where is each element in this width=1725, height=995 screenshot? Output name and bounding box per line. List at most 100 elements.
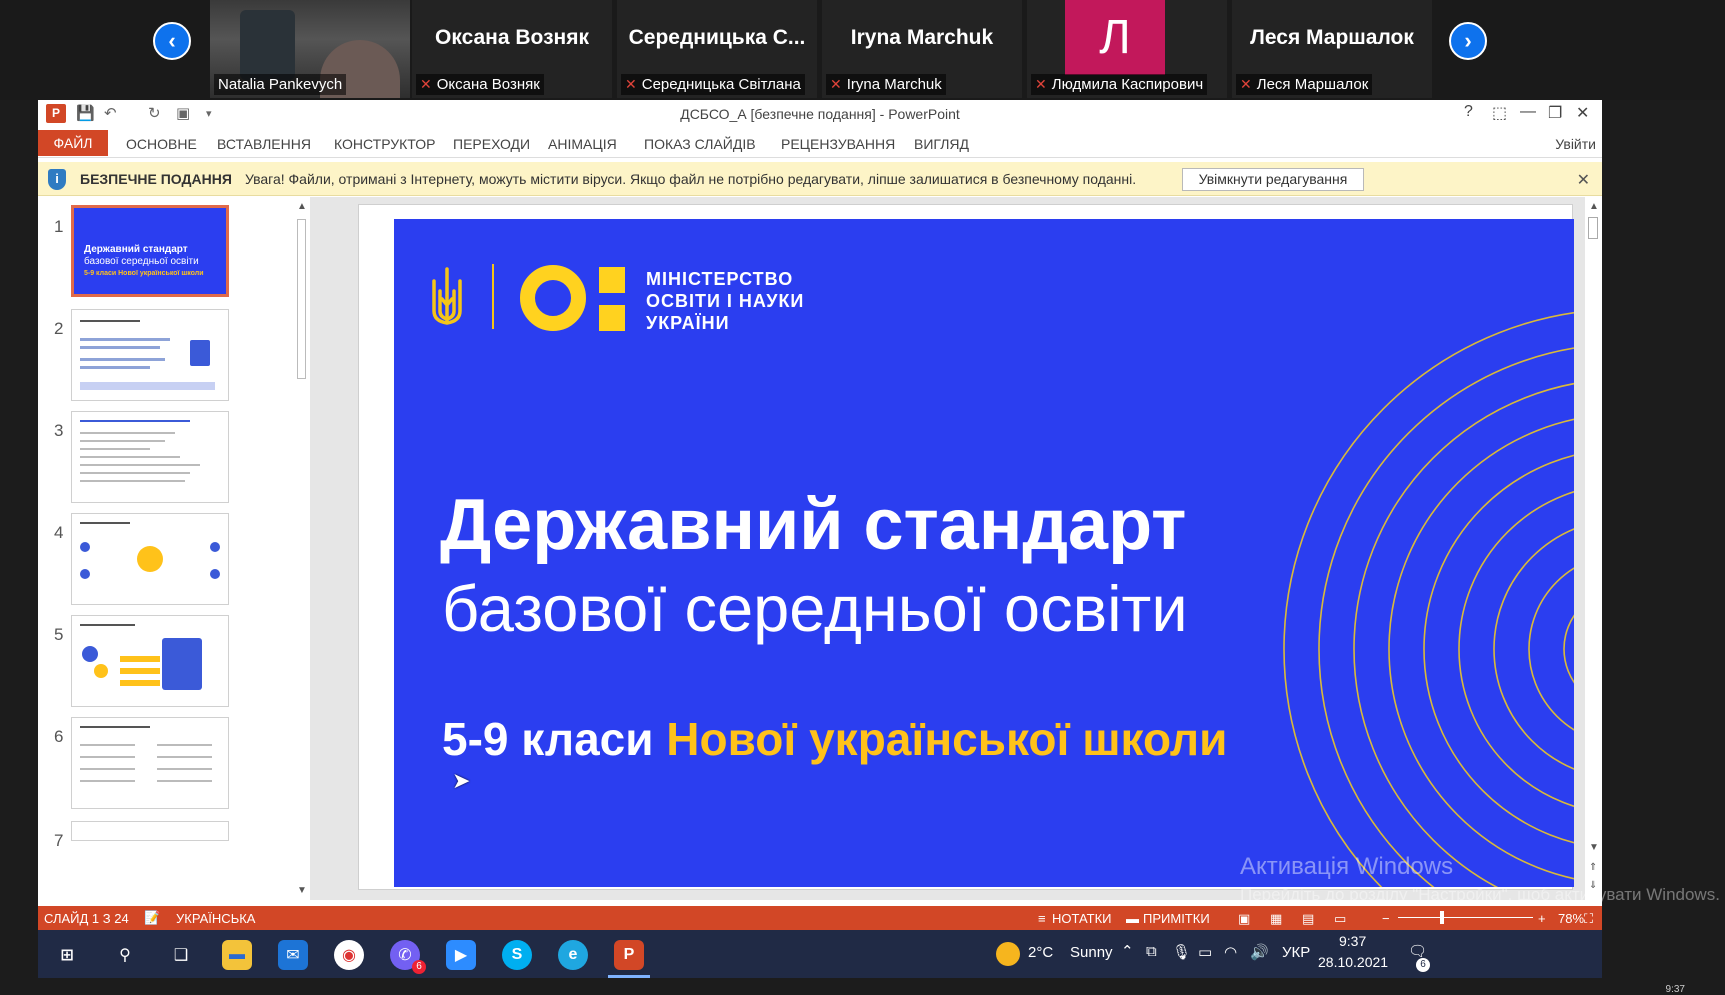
document-title: ДСБСО_А [безпечне подання] - PowerPoint [680,106,960,122]
clock-date[interactable]: 28.10.2021 [1318,954,1388,970]
zoom-participant-strip: ‹ Natalia Pankevych Оксана Возняк ✕ Оксан… [0,0,1725,100]
slide-thumbnail-6[interactable] [71,717,229,809]
tab-view[interactable]: ВИГЛЯД [914,136,969,152]
tab-slideshow[interactable]: ПОКАЗ СЛАЙДІВ [644,136,756,152]
tab-design[interactable]: КОНСТРУКТОР [334,136,435,152]
participant-label: Natalia Pankevych [214,74,347,95]
mail-icon[interactable]: ✉ [278,940,308,970]
slide-thumbnail-2[interactable] [71,309,229,401]
weather-desc[interactable]: Sunny [1070,944,1113,961]
slide-thumbnail-5[interactable] [71,615,229,707]
notes-icon: ≡ [1038,911,1046,926]
weather-sun-icon[interactable] [996,942,1020,966]
search-icon[interactable]: ⚲ [110,940,140,970]
normal-view-icon[interactable]: ▣ [1238,911,1250,927]
mic-muted-icon: ✕ [420,76,432,92]
notification-count: 6 [1416,958,1430,972]
tray-chevron-icon[interactable]: ⌃ [1121,942,1134,960]
slide-thumbnail-4[interactable] [71,513,229,605]
slide-scrollbar[interactable]: ▲ ▼ ⇑ ⇓ [1585,197,1602,900]
next-page-arrow-icon[interactable]: › [1449,22,1487,60]
skype-icon[interactable]: S [502,940,532,970]
powerpoint-taskbar-icon[interactable]: P [614,940,644,970]
enable-editing-button[interactable]: Увімкнути редагування [1182,168,1364,191]
close-icon[interactable]: ✕ [1576,103,1589,123]
tab-home[interactable]: ОСНОВНЕ [126,136,197,152]
participant-tile[interactable]: Леся Маршалок ✕ Леся Маршалок [1232,0,1432,98]
scroll-thumb[interactable] [1588,217,1598,239]
ministry-name-line: ОСВІТИ І НАУКИ [646,291,805,311]
notes-button[interactable]: НОТАТКИ [1052,911,1112,926]
zoom-slider-thumb[interactable] [1440,911,1444,924]
thumbnails-scrollbar[interactable]: ▲ ▼ [293,197,310,900]
tab-review[interactable]: РЕЦЕНЗУВАННЯ [781,136,895,152]
tab-animations[interactable]: АНІМАЦІЯ [548,136,617,152]
scroll-up-icon[interactable]: ▲ [1589,201,1599,212]
slide-thumbnail-1[interactable]: Державний стандарт базової середньої осв… [71,205,229,297]
wifi-icon[interactable]: ◠ [1224,943,1237,961]
file-explorer-icon[interactable]: ▬ [222,940,252,970]
protected-view-title: БЕЗПЕЧНЕ ПОДАННЯ [80,171,232,187]
mic-muted-icon: ✕ [830,76,842,92]
minimize-icon[interactable]: — [1520,103,1536,121]
close-bar-icon[interactable]: ✕ [1577,170,1590,190]
task-view-icon[interactable]: ❑ [166,940,196,970]
language-indicator[interactable]: УКРАЇНСЬКА [176,911,255,926]
mic-muted-icon: ✕ [625,76,637,92]
restore-icon[interactable]: ❐ [1548,103,1562,123]
scroll-down-icon[interactable]: ▼ [1589,842,1599,853]
ministry-name-line: МІНІСТЕРСТВО [646,269,794,289]
thumb-number: 7 [54,831,64,850]
slide-canvas[interactable]: МІНІСТЕРСТВО ОСВІТИ І НАУКИ УКРАЇНИ Держ… [358,204,1574,890]
scroll-thumb[interactable] [297,219,306,379]
thumb-number: 1 [54,217,64,236]
edge-icon[interactable]: e [558,940,588,970]
ribbon-display-icon[interactable]: ⬚ [1492,103,1507,123]
thumb-title: Державний стандарт [84,244,188,255]
tab-file[interactable]: ФАЙЛ [38,130,108,156]
zoom-in-icon[interactable]: + [1538,911,1546,926]
meet-now-icon[interactable]: ⧉ [1146,943,1157,960]
prev-page-arrow-icon[interactable]: ‹ [153,22,191,60]
microphone-icon[interactable]: 🎙 [1172,943,1191,961]
slide-thumbnail-3[interactable] [71,411,229,503]
scroll-down-icon[interactable]: ▼ [297,885,307,896]
battery-icon[interactable]: ▭ [1198,943,1212,961]
sorter-view-icon[interactable]: ▦ [1270,911,1282,927]
weather-temp[interactable]: 2°C [1028,944,1053,961]
spellcheck-icon[interactable]: 📝 [144,910,160,926]
participant-tile[interactable]: Оксана Возняк ✕ Оксана Возняк [412,0,612,98]
thumb-subtitle: базової середньої освіти [84,256,199,267]
slide-thumbnail-7[interactable] [71,821,229,841]
thumb-number: 6 [54,727,64,746]
reading-view-icon[interactable]: ▤ [1302,911,1314,927]
thumb-number: 5 [54,625,64,644]
fit-slide-icon[interactable]: ⛶ [1584,911,1593,927]
tab-insert[interactable]: ВСТАВЛЕННЯ [217,136,311,152]
current-slide[interactable]: МІНІСТЕРСТВО ОСВІТИ І НАУКИ УКРАЇНИ Держ… [394,219,1574,887]
participant-label: ✕ Iryna Marchuk [826,74,946,95]
help-icon[interactable]: ? [1464,103,1473,121]
clock-time[interactable]: 9:37 [1339,933,1366,949]
slideshow-view-icon[interactable]: ▭ [1334,911,1346,927]
tab-transitions[interactable]: ПЕРЕХОДИ [453,136,530,152]
participant-tile-video[interactable]: Natalia Pankevych [210,0,410,98]
zoom-slider[interactable] [1398,917,1533,918]
prev-slide-icon[interactable]: ⇑ [1589,862,1597,873]
participant-tile[interactable]: Л ✕ Людмила Каспирович [1027,0,1227,98]
zoom-out-icon[interactable]: − [1382,911,1390,926]
windows-start-icon[interactable]: ⊞ [52,940,82,970]
zoom-level[interactable]: 78% [1558,911,1584,926]
input-language[interactable]: УКР [1282,944,1310,961]
chrome-icon[interactable]: ◉ [334,940,364,970]
zoom-app-icon[interactable]: ▶ [446,940,476,970]
participant-tile[interactable]: Iryna Marchuk ✕ Iryna Marchuk [822,0,1022,98]
participant-label: ✕ Леся Маршалок [1236,74,1373,95]
scroll-up-icon[interactable]: ▲ [297,201,307,212]
windows-activation-subtext: Перейдіть до розділу "Настройки", щоб ак… [1240,885,1720,904]
volume-icon[interactable]: 🔊 [1250,943,1269,961]
participant-tile[interactable]: Середницька С... ✕ Середницька Світлана [617,0,817,98]
sign-in-link[interactable]: Увійти [1555,136,1596,152]
mic-muted-icon: ✕ [1035,76,1047,92]
comments-button[interactable]: ПРИМІТКИ [1143,911,1210,926]
